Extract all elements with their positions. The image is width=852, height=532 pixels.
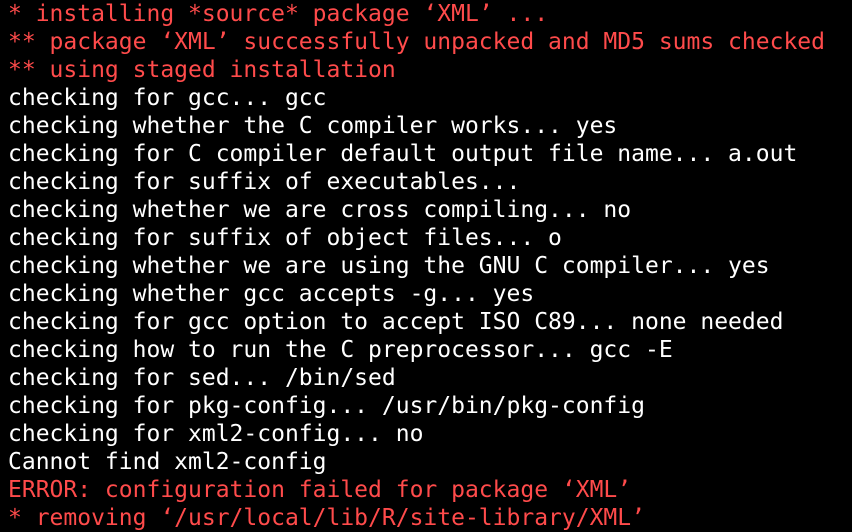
terminal-line-gcc-g: checking whether gcc accepts -g... yes	[8, 281, 535, 307]
terminal-line-iso-c89: checking for gcc option to accept ISO C8…	[8, 309, 784, 335]
terminal-line-object-suffix: checking for suffix of object files... o	[8, 225, 562, 251]
terminal-line-unpacked: ** package ‘XML’ successfully unpacked a…	[8, 29, 825, 55]
terminal-line-sed: checking for sed... /bin/sed	[8, 365, 396, 391]
terminal-line-install-start: * installing *source* package ‘XML’ ...	[8, 1, 549, 27]
terminal-line-xml2-config: checking for xml2-config... no	[8, 421, 424, 447]
terminal-line-gnu-compiler: checking whether we are using the GNU C …	[8, 253, 770, 279]
terminal-line-preprocessor: checking how to run the C preprocessor..…	[8, 337, 673, 363]
terminal-line-error: ERROR: configuration failed for package …	[8, 477, 632, 503]
terminal-line-output-file: checking for C compiler default output f…	[8, 141, 798, 167]
terminal-line-cross-compiling: checking whether we are cross compiling.…	[8, 197, 632, 223]
terminal-line-cannot-find: Cannot find xml2-config	[8, 449, 327, 475]
terminal-line-exe-suffix: checking for suffix of executables...	[8, 169, 521, 195]
terminal-line-gcc: checking for gcc... gcc	[8, 85, 327, 111]
terminal-line-removing: * removing ‘/usr/local/lib/R/site-librar…	[8, 505, 645, 531]
terminal-line-staged: ** using staged installation	[8, 57, 396, 83]
terminal-line-compiler-works: checking whether the C compiler works...…	[8, 113, 618, 139]
terminal-line-pkg-config: checking for pkg-config... /usr/bin/pkg-…	[8, 393, 645, 419]
terminal-output[interactable]: * installing *source* package ‘XML’ ... …	[0, 0, 852, 532]
